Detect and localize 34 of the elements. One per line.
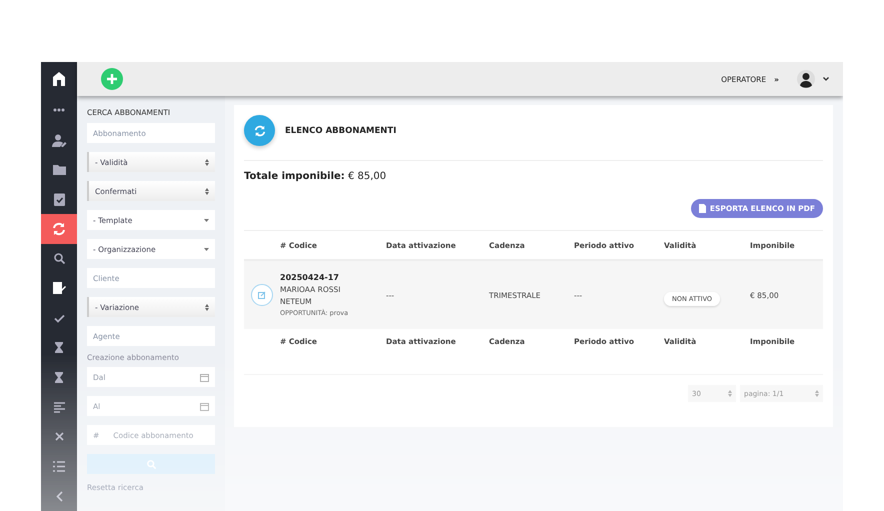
calendar-icon bbox=[200, 402, 209, 410]
text-lines-icon bbox=[54, 402, 64, 413]
list-icon bbox=[53, 461, 65, 472]
sync-icon bbox=[52, 222, 66, 236]
search-icon bbox=[146, 460, 156, 468]
logo-icon bbox=[51, 70, 67, 87]
user-edit-icon bbox=[52, 134, 66, 147]
file-icon bbox=[698, 204, 706, 213]
close-icon bbox=[54, 432, 64, 442]
sync-icon bbox=[254, 124, 266, 136]
caret-icon[interactable] bbox=[823, 77, 829, 81]
sort-arrows-icon bbox=[728, 390, 732, 397]
hourglass-icon bbox=[55, 342, 63, 354]
edit-icon bbox=[258, 291, 266, 299]
folder-icon bbox=[52, 164, 66, 176]
more-icon bbox=[53, 108, 65, 112]
plus-icon bbox=[107, 74, 117, 84]
sort-arrows-icon bbox=[815, 390, 819, 397]
clipboard-check-icon bbox=[54, 192, 64, 206]
avatar-icon[interactable] bbox=[797, 70, 815, 88]
sort-arrows-icon bbox=[205, 188, 209, 194]
caret-icon bbox=[204, 218, 209, 222]
document-edit-icon bbox=[52, 282, 66, 294]
hourglass-icon bbox=[55, 372, 63, 383]
total-text: Totale imponibile: € 85,00 bbox=[244, 171, 388, 182]
calendar-icon bbox=[200, 372, 209, 382]
check-icon bbox=[54, 314, 64, 323]
subscription-code: 20250424-17 bbox=[280, 273, 340, 282]
sort-arrows-icon bbox=[205, 304, 209, 310]
search-icon bbox=[54, 253, 64, 264]
card-title: ELENCO ABBONAMENTI bbox=[285, 126, 396, 136]
sort-arrows-icon bbox=[205, 158, 209, 166]
caret-icon bbox=[204, 248, 209, 250]
chevron-left-icon bbox=[56, 490, 62, 502]
